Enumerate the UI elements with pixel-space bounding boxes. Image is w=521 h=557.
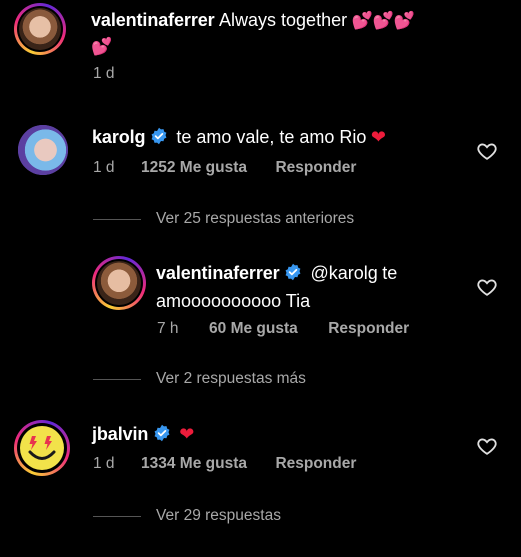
comment-username[interactable]: valentinaferrer — [156, 263, 280, 283]
comment-text: amoooooooooo Tia — [156, 291, 311, 311]
comment-time: 1 d — [93, 455, 115, 472]
divider — [93, 219, 141, 220]
verified-badge-icon — [151, 127, 167, 145]
heart-outline-icon[interactable] — [476, 276, 498, 298]
heart-outline-icon[interactable] — [476, 140, 498, 162]
red-heart-emoji: ❤ — [370, 127, 386, 147]
reply-button[interactable]: Responder — [328, 320, 409, 337]
comment-username[interactable]: valentinaferrer — [91, 10, 215, 30]
comment-time: 1 d — [93, 65, 115, 82]
divider — [93, 379, 141, 380]
comment-item: karolg te amo vale, te amo Rio ❤ 1 d 125… — [0, 110, 521, 190]
comment-text: Always together — [219, 10, 348, 30]
comment-item: valentinaferrer Always together 💕💕💕 💕 1 … — [0, 0, 521, 100]
view-more-replies-button[interactable]: Ver 2 respuestas más — [156, 370, 306, 388]
comment-time: 1 d — [93, 159, 115, 176]
hearts-emoji: 💕 — [91, 37, 113, 56]
comment-item: jbalvin ❤ 1 d 1334 Me gusta Responder — [0, 412, 521, 502]
comment-time: 7 h — [157, 320, 179, 337]
likes-count[interactable]: 1334 Me gusta — [141, 455, 247, 472]
likes-count[interactable]: 1252 Me gusta — [141, 159, 247, 176]
mention-link[interactable]: @karolg — [310, 263, 377, 283]
comment-username[interactable]: jbalvin — [92, 424, 148, 444]
verified-badge-icon — [154, 424, 170, 442]
avatar[interactable] — [18, 125, 68, 175]
comment-username[interactable]: karolg — [92, 127, 146, 147]
avatar[interactable] — [92, 256, 146, 310]
divider — [93, 516, 141, 517]
likes-count[interactable]: 60 Me gusta — [209, 320, 298, 337]
reply-button[interactable]: Responder — [275, 159, 356, 176]
comment-text: te amo vale, te amo Rio — [176, 127, 367, 147]
view-previous-replies-button[interactable]: Ver 25 respuestas anteriores — [156, 210, 354, 228]
view-replies-button[interactable]: Ver 29 respuestas — [156, 507, 281, 525]
verified-badge-icon — [285, 263, 301, 281]
red-heart-emoji: ❤ — [179, 424, 195, 444]
comment-text: te — [382, 263, 398, 283]
avatar[interactable] — [14, 420, 70, 476]
heart-outline-icon[interactable] — [476, 435, 498, 457]
reply-item: valentinaferrer @karolg te amoooooooooo … — [0, 250, 521, 350]
reply-button[interactable]: Responder — [275, 455, 356, 472]
avatar[interactable] — [14, 3, 66, 55]
smiley-logo-icon — [20, 426, 64, 470]
hearts-emoji: 💕💕💕 — [351, 11, 416, 30]
